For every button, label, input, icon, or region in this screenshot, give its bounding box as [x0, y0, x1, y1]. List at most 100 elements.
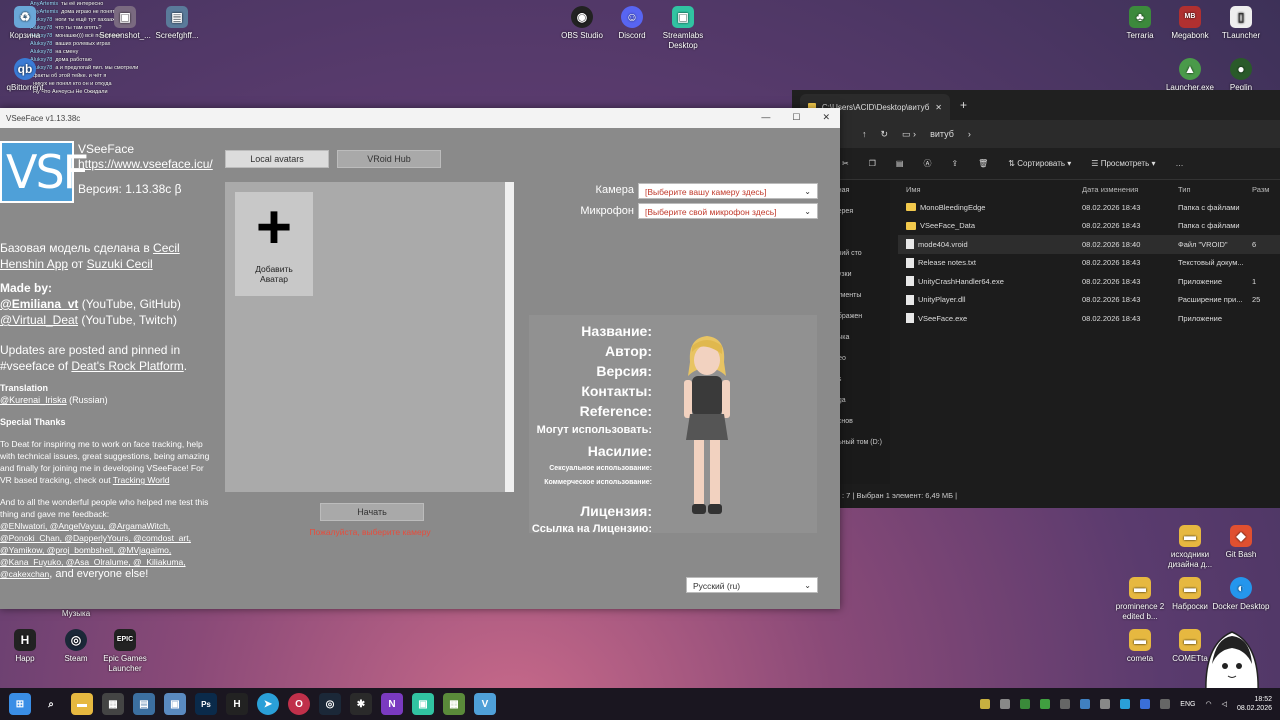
start-button[interactable]: Начать	[320, 503, 424, 521]
desktop-icon-streamlabs[interactable]: ▣ Streamlabs Desktop	[648, 6, 718, 51]
new-tab-button[interactable]: +	[960, 98, 967, 112]
streamlabs-icon[interactable]: ▣	[412, 693, 434, 715]
folder-icon: ▬	[1179, 525, 1201, 547]
windows-start-icon[interactable]: ⊞	[9, 693, 31, 715]
file-type: Расширение при...	[1178, 295, 1243, 305]
folder-icon	[906, 203, 916, 212]
minecraft-icon[interactable]: ▦	[443, 693, 465, 715]
file-date: 08.02.2026 18:43	[1082, 202, 1141, 212]
tray-icon[interactable]	[1080, 699, 1091, 709]
file-type: Приложение	[1178, 313, 1222, 323]
tracking-world-link[interactable]: Tracking World	[113, 475, 170, 485]
add-avatar-button[interactable]: + Добавить Аватар	[235, 192, 313, 296]
desktop-icon-tlauncher[interactable]: ▯ TLauncher	[1206, 6, 1276, 41]
recycle-bin-icon: ♻	[14, 6, 36, 28]
app-icon-3[interactable]: ✱	[350, 693, 372, 715]
language-indicator[interactable]: ENG	[1180, 701, 1195, 708]
explorer-file-list: Имя Дата изменения Тип Разм MonoBleeding…	[898, 180, 1280, 328]
file-row[interactable]: MonoBleedingEdge 08.02.2026 18:43 Папка с …	[898, 198, 1280, 217]
speaker-icon[interactable]: ◁	[1222, 700, 1227, 708]
info-label-version: Версия:	[596, 363, 652, 379]
desktop-icon-peglin[interactable]: ● Peglin	[1206, 58, 1276, 93]
column-date[interactable]: Дата изменения	[1074, 185, 1170, 194]
maximize-icon[interactable]: ☐	[792, 112, 800, 123]
chat-message: Aluksy78 на смену	[30, 49, 79, 55]
happ-icon[interactable]: H	[226, 693, 248, 715]
language-select[interactable]: Русский (ru) ⌄	[686, 577, 818, 593]
column-name[interactable]: Имя	[898, 185, 1074, 194]
app-tray-icon[interactable]	[1160, 699, 1171, 709]
copy-icon[interactable]: ❐	[869, 159, 876, 168]
launcher-icon: ▲	[1179, 58, 1201, 80]
camera-label: Камера	[595, 184, 634, 196]
file-row[interactable]: UnityCrashHandler64.exe 08.02.2026 18:43 П…	[898, 272, 1280, 291]
tray-icon[interactable]	[980, 699, 991, 709]
file-row[interactable]: Release notes.txt 08.02.2026 18:43 Текстов…	[898, 254, 1280, 273]
delete-icon[interactable]: 🗑	[978, 159, 988, 168]
minimize-icon[interactable]: —	[761, 112, 770, 123]
paste-icon[interactable]: ▤	[896, 159, 904, 168]
share-icon[interactable]: ⇪	[951, 159, 958, 168]
desktop-icon-recycle-bin[interactable]: ♻ Корзина	[0, 6, 60, 41]
tray-icon[interactable]	[1040, 699, 1051, 709]
file-row[interactable]: UnityPlayer.dll 08.02.2026 18:43 Расширени…	[898, 291, 1280, 310]
app-icon-1[interactable]: ▤	[133, 693, 155, 715]
suzuki-cecil-link[interactable]: Suzuki Cecil	[87, 257, 153, 271]
photoshop-icon[interactable]: Ps	[195, 693, 217, 715]
folder-icon: ▬	[1179, 577, 1201, 599]
more-options-icon[interactable]: …	[1176, 159, 1184, 168]
sort-button[interactable]: ⇅ Сортировать ▾	[1008, 159, 1071, 168]
desktop-icon-screefghf[interactable]: ▤ Screefghff...	[142, 6, 212, 41]
desktop-icon-epic[interactable]: EPIC Epic Games Launcher	[90, 629, 160, 674]
desktop-icon-gitbash[interactable]: ◆ Git Bash	[1206, 525, 1276, 560]
cut-icon[interactable]: ✂	[842, 159, 849, 168]
camera-select[interactable]: [Выберите вашу камеру здесь] ⌄	[638, 183, 818, 199]
vseeface-taskbar-icon[interactable]: V	[474, 693, 496, 715]
tray-icon[interactable]	[1000, 699, 1011, 709]
app-icon-2[interactable]: ▣	[164, 693, 186, 715]
desktop-icon-docker[interactable]: ◐ Docker Desktop	[1206, 577, 1276, 612]
deats-rock-link[interactable]: Deat's Rock Platform	[71, 359, 183, 373]
telegram-icon[interactable]: ➤	[257, 693, 279, 715]
file-row[interactable]: VSeeFace.exe 08.02.2026 18:43 Приложение	[898, 309, 1280, 328]
file-row[interactable]: mode404.vroid 08.02.2026 18:40 Файл "VROID…	[898, 235, 1280, 254]
wifi-icon[interactable]: ◠	[1205, 700, 1211, 708]
store-icon[interactable]: ▦	[102, 693, 124, 715]
desktop-icon-qbittorrent[interactable]: qb qBittorrent	[0, 58, 60, 93]
opera-icon[interactable]: O	[288, 693, 310, 715]
view-button[interactable]: ☰ Просмотреть ▾	[1091, 159, 1155, 168]
bluetooth-icon[interactable]	[1140, 699, 1151, 709]
qbittorrent-icon: qb	[14, 58, 36, 80]
avatar-preview	[672, 332, 742, 522]
search-icon[interactable]: ⌕	[40, 693, 62, 715]
avatar-scrollbar[interactable]	[505, 182, 514, 492]
tray-icon[interactable]	[1060, 699, 1071, 709]
refresh-icon[interactable]: ↻	[881, 129, 889, 140]
tray-icon[interactable]	[1020, 699, 1031, 709]
column-type[interactable]: Тип	[1170, 185, 1248, 194]
desktop-icon-muzyka-label[interactable]: Музыка	[41, 609, 111, 619]
file-type: Файл "VROID"	[1178, 239, 1228, 249]
file-icon	[906, 239, 914, 250]
column-size[interactable]: Разм	[1248, 185, 1274, 194]
tab-vroid-hub[interactable]: VRoid Hub	[337, 150, 441, 168]
microphone-select[interactable]: [Выберите свой микрофон здесь] ⌄	[638, 203, 818, 219]
tab-local-avatars[interactable]: Local avatars	[225, 150, 329, 168]
close-icon[interactable]: ✕	[822, 112, 830, 123]
breadcrumb-vitub[interactable]: витуб	[930, 129, 954, 139]
file-explorer-icon[interactable]: ▬	[71, 693, 93, 715]
clock[interactable]: 18:52 08.02.2026	[1237, 695, 1272, 713]
monitor-icon[interactable]: ▭ ›	[902, 129, 916, 140]
file-row[interactable]: VSeeFace_Data 08.02.2026 18:43 Папка с фай…	[898, 217, 1280, 236]
website-link[interactable]: https://www.vseeface.icu/	[78, 157, 213, 172]
folder-icon: ▬	[1129, 577, 1151, 599]
telegram-tray-icon[interactable]	[1120, 699, 1131, 709]
rename-icon[interactable]: Ⓐ	[923, 158, 931, 169]
up-arrow-icon[interactable]: ↑	[862, 129, 867, 139]
folder-icon	[906, 221, 916, 230]
visual-studio-icon[interactable]: N	[381, 693, 403, 715]
file-name: MonoBleedingEdge	[920, 202, 986, 212]
close-tab-icon[interactable]: ✕	[935, 103, 942, 112]
tray-icon[interactable]	[1100, 699, 1111, 709]
steam-icon[interactable]: ◎	[319, 693, 341, 715]
